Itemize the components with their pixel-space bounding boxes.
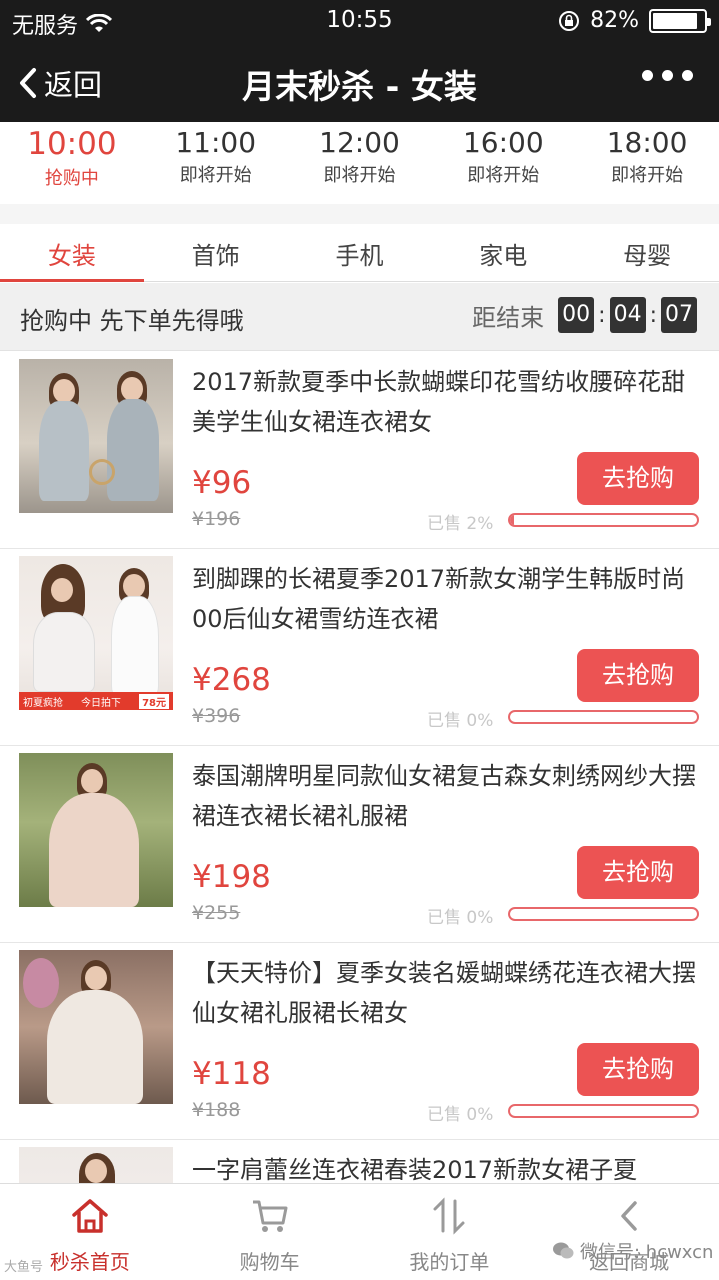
product-name[interactable]: 到脚踝的长裙夏季2017新款女潮学生韩版时尚00后仙女裙雪纺连衣裙 xyxy=(192,559,697,639)
sold-percent: 已售 0% xyxy=(427,1105,494,1125)
top-bar: 无服务 10:55 82% 返回 月末秒杀 - 女装 xyxy=(0,0,719,122)
product-image[interactable]: 初夏疯抢 今日拍下 78元 xyxy=(19,556,173,710)
buy-now-button[interactable]: 去抢购 xyxy=(577,1043,699,1096)
slot-status: 即将开始 xyxy=(323,165,396,186)
countdown-seconds: 07 xyxy=(661,297,697,333)
product-image[interactable] xyxy=(19,950,173,1104)
slot-time: 11:00 xyxy=(175,126,257,159)
tab-cart[interactable]: 购物车 xyxy=(180,1184,360,1280)
countdown-bar: 抢购中 先下单先得哦 距结束 00 : 04 : 07 xyxy=(0,283,719,351)
bottom-tab-bar: 秒杀首页 购物车 我的订单 返回商城 xyxy=(0,1183,719,1280)
tab-label: 我的订单 xyxy=(409,1250,490,1274)
product-list: 2017新款夏季中长款蝴蝶印花雪纺收腰碎花甜美学生仙女裙连衣裙女 ¥96 ¥19… xyxy=(0,352,719,1280)
tab-jewelry[interactable]: 首饰 xyxy=(144,224,288,281)
time-slot[interactable]: 10:00 抢购中 xyxy=(0,122,144,204)
product-original-price: ¥188 xyxy=(192,1099,241,1121)
tab-label: 购物车 xyxy=(239,1250,300,1274)
time-slot[interactable]: 16:00 即将开始 xyxy=(431,122,575,204)
sold-progress-bar xyxy=(508,907,699,921)
slot-time: 18:00 xyxy=(606,126,688,159)
colon: : xyxy=(598,302,606,328)
slot-status: 即将开始 xyxy=(611,165,684,186)
promo-price: 78元 xyxy=(139,693,169,709)
promo-mid-label: 今日拍下 xyxy=(81,697,122,709)
buy-now-button[interactable]: 去抢购 xyxy=(577,452,699,505)
more-icon[interactable] xyxy=(642,70,693,81)
time-slot[interactable]: 18:00 即将开始 xyxy=(575,122,719,204)
product-item[interactable]: 【天天特价】夏季女装名媛蝴蝶绣花连衣裙大摆仙女裙礼服裙长裙女 ¥118 ¥188… xyxy=(0,943,719,1140)
home-icon xyxy=(72,1199,108,1233)
time-slot-bar: 10:00 抢购中 11:00 即将开始 12:00 即将开始 16:00 即将… xyxy=(0,122,719,204)
sold-progress-bar xyxy=(508,710,699,724)
product-name[interactable]: 【天天特价】夏季女装名媛蝴蝶绣花连衣裙大摆仙女裙礼服裙长裙女 xyxy=(192,953,697,1033)
cart-icon xyxy=(252,1200,288,1232)
product-original-price: ¥396 xyxy=(192,705,241,727)
order-icon xyxy=(433,1197,465,1235)
sold-progress-fill xyxy=(510,515,514,525)
product-original-price: ¥255 xyxy=(192,902,241,924)
slot-time: 16:00 xyxy=(462,126,544,159)
tab-phones[interactable]: 手机 xyxy=(288,224,432,281)
watermark-left: 大鱼号 xyxy=(4,1260,44,1275)
tab-women-clothing[interactable]: 女装 xyxy=(0,224,144,282)
countdown-message: 抢购中 先下单先得哦 xyxy=(20,307,244,335)
watermark-right: 微信号: hcwxcn xyxy=(552,1238,713,1264)
tab-appliances[interactable]: 家电 xyxy=(431,224,575,281)
divider xyxy=(0,204,719,224)
battery-percent: 82% xyxy=(590,8,639,33)
sold-progress-bar xyxy=(508,513,699,527)
slot-status: 即将开始 xyxy=(179,165,252,186)
buy-now-button[interactable]: 去抢购 xyxy=(577,846,699,899)
product-price: ¥96 xyxy=(192,465,252,501)
product-item[interactable]: 泰国潮牌明星同款仙女裙复古森女刺绣网纱大摆裙连衣裙长裙礼服裙 ¥198 ¥255… xyxy=(0,746,719,943)
status-right: 82% xyxy=(558,8,711,33)
countdown-timer: 距结束 00 : 04 : 07 xyxy=(472,297,697,333)
battery-icon xyxy=(649,8,711,33)
tab-baby[interactable]: 母婴 xyxy=(575,224,719,281)
category-tabs: 女装 首饰 手机 家电 母婴 xyxy=(0,224,719,282)
buy-now-button[interactable]: 去抢购 xyxy=(577,649,699,702)
tab-back-to-mall[interactable]: 返回商城 xyxy=(539,1184,719,1280)
time-slot[interactable]: 11:00 即将开始 xyxy=(144,122,288,204)
time-slot[interactable]: 12:00 即将开始 xyxy=(288,122,432,204)
tab-my-orders[interactable]: 我的订单 xyxy=(360,1184,540,1280)
product-name[interactable]: 2017新款夏季中长款蝴蝶印花雪纺收腰碎花甜美学生仙女裙连衣裙女 xyxy=(192,362,697,442)
wechat-icon xyxy=(553,1242,574,1259)
sold-percent: 已售 0% xyxy=(427,711,494,731)
sold-percent: 已售 2% xyxy=(427,514,494,534)
slot-time: 12:00 xyxy=(319,126,400,159)
rotation-lock-icon xyxy=(559,10,580,31)
product-price: ¥198 xyxy=(192,859,271,895)
product-item[interactable]: 初夏疯抢 今日拍下 78元 到脚踝的长裙夏季2017新款女潮学生韩版时尚00后仙… xyxy=(0,549,719,746)
sold-percent: 已售 0% xyxy=(427,908,494,928)
slot-time: 10:00 xyxy=(27,126,117,162)
countdown-hours: 00 xyxy=(558,297,595,333)
product-image[interactable] xyxy=(19,359,173,513)
promo-left-label: 初夏疯抢 xyxy=(23,697,63,709)
slot-status: 抢购中 xyxy=(44,168,99,189)
sold-progress-bar xyxy=(508,1104,699,1118)
nav-bar: 返回 月末秒杀 - 女装 xyxy=(0,40,719,122)
countdown-end-label: 距结束 xyxy=(472,303,545,332)
colon: : xyxy=(649,302,657,328)
product-image[interactable] xyxy=(19,753,173,907)
page-title: 月末秒杀 - 女装 xyxy=(242,67,477,106)
product-price: ¥268 xyxy=(192,662,271,698)
watermark-right-label: 微信号: hcwxcn xyxy=(580,1242,714,1263)
product-original-price: ¥196 xyxy=(192,508,241,530)
status-bar: 无服务 10:55 82% xyxy=(0,0,719,40)
back-chevron-icon xyxy=(621,1201,637,1231)
product-name[interactable]: 泰国潮牌明星同款仙女裙复古森女刺绣网纱大摆裙连衣裙长裙礼服裙 xyxy=(192,756,697,836)
product-item[interactable]: 2017新款夏季中长款蝴蝶印花雪纺收腰碎花甜美学生仙女裙连衣裙女 ¥96 ¥19… xyxy=(0,352,719,549)
slot-status: 即将开始 xyxy=(467,165,540,186)
product-price: ¥118 xyxy=(192,1056,271,1092)
promo-banner: 初夏疯抢 今日拍下 78元 xyxy=(19,692,173,710)
countdown-minutes: 04 xyxy=(609,297,646,333)
